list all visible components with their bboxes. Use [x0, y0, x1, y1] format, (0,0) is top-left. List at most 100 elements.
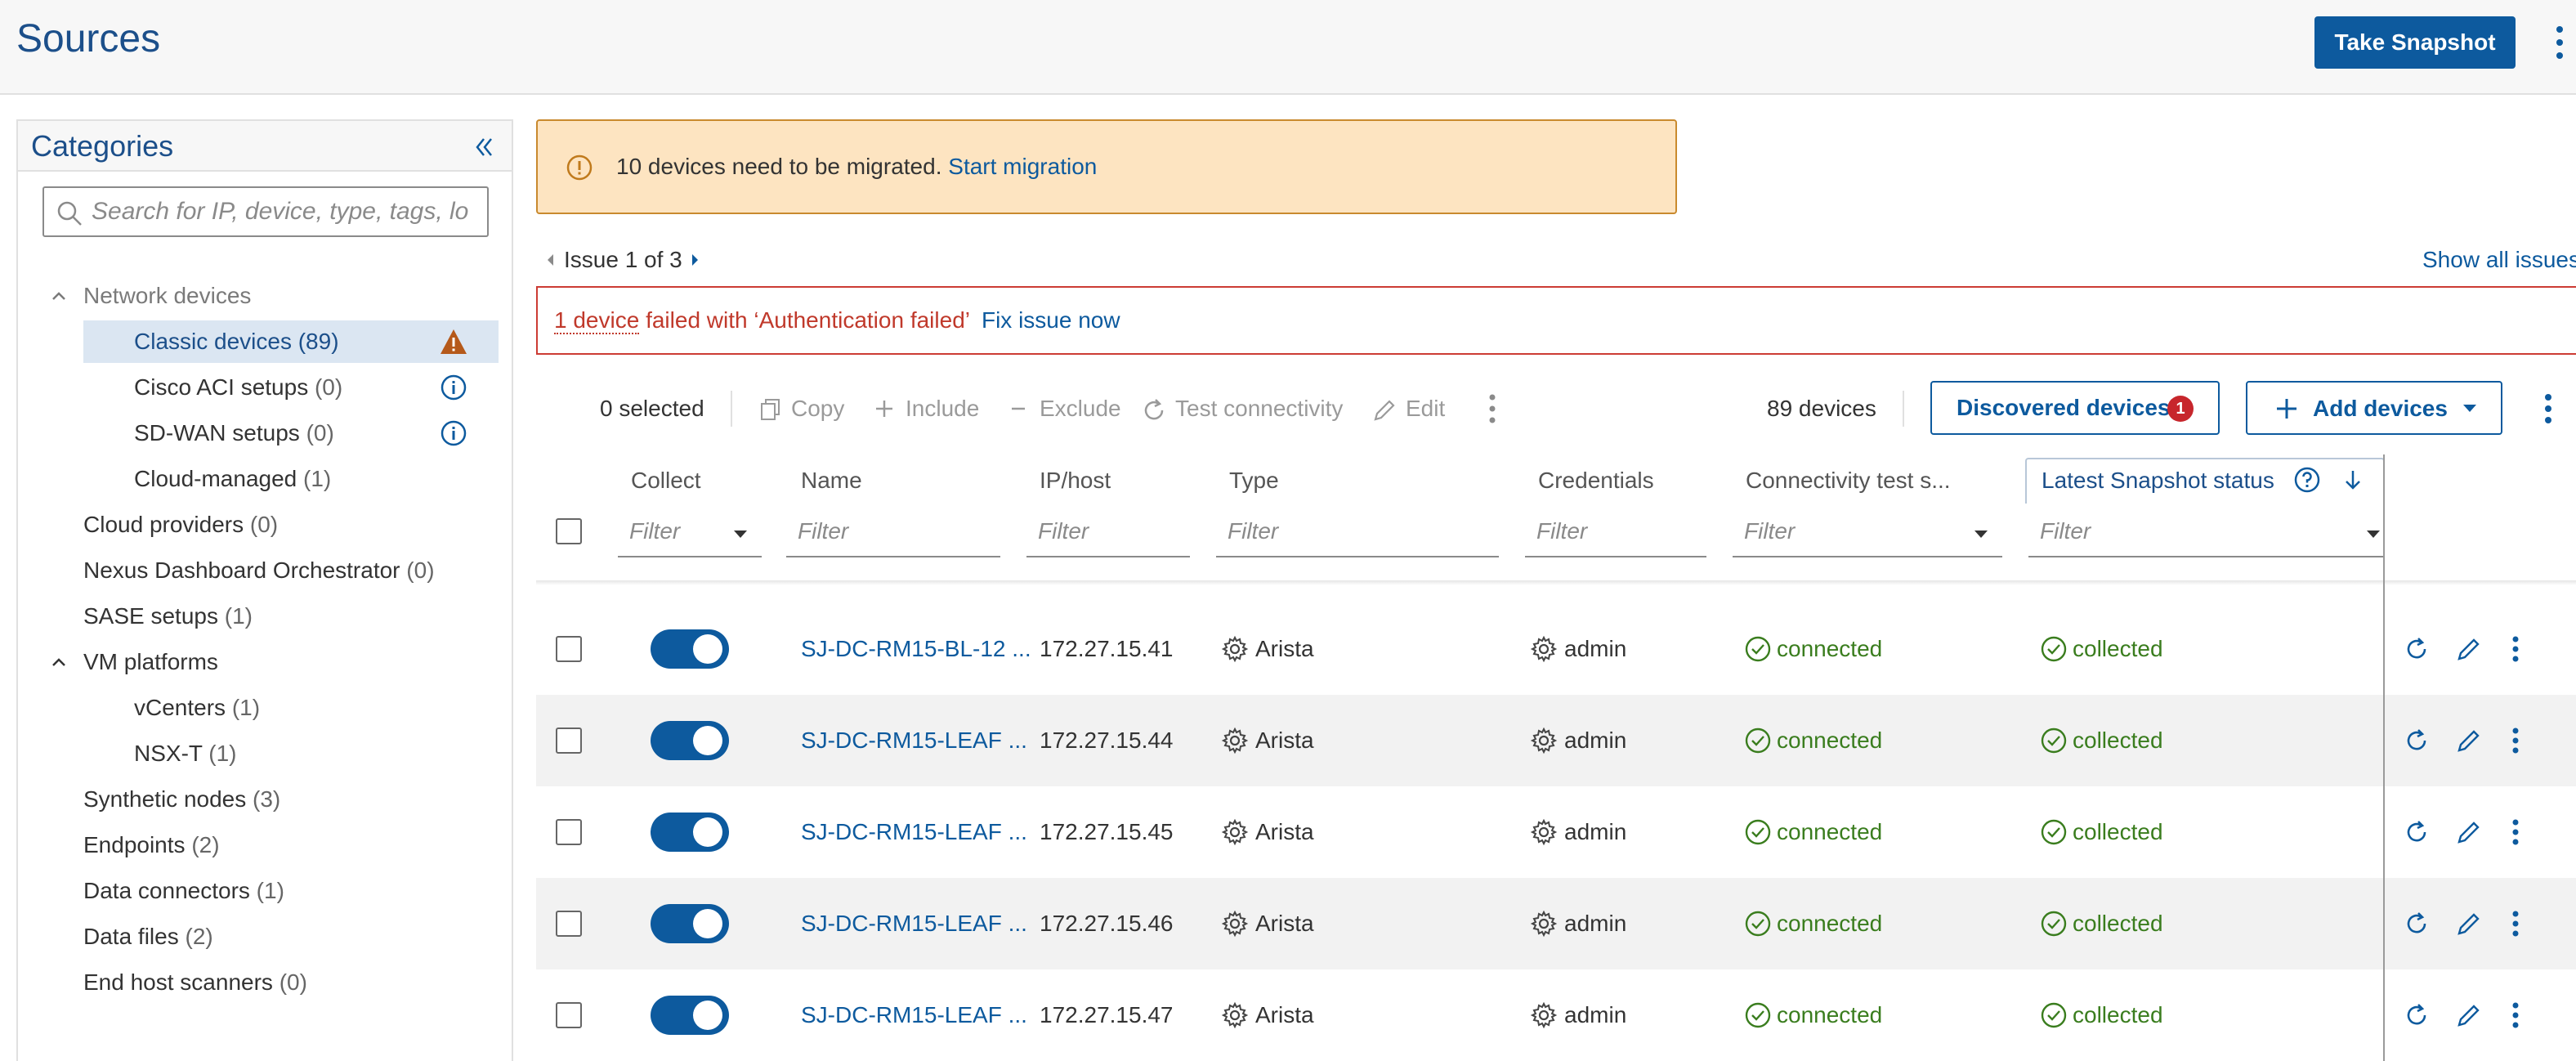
- more-options-icon[interactable]: [2553, 23, 2566, 62]
- row-more-icon[interactable]: [2509, 910, 2522, 938]
- sidebar-item-network-devices[interactable]: Network devices: [31, 275, 505, 317]
- collect-toggle[interactable]: [651, 721, 729, 760]
- column-header-connectivity[interactable]: Connectivity test s...: [1746, 466, 1951, 495]
- sidebar-item-cisco-aci[interactable]: Cisco ACI setups (0): [83, 366, 499, 409]
- collect-toggle[interactable]: [651, 996, 729, 1035]
- column-header-snapshot-status[interactable]: Latest Snapshot status: [2042, 466, 2274, 495]
- type-filter[interactable]: [1216, 510, 1499, 557]
- name-filter-input[interactable]: [798, 518, 991, 544]
- device-name-link[interactable]: SJ-DC-RM15-LEAF ...: [801, 816, 1027, 848]
- sidebar-item-sase-setups[interactable]: SASE setups (1): [31, 595, 505, 638]
- sidebar-item-nsx-t[interactable]: NSX-T (1): [83, 732, 499, 775]
- discovered-devices-button[interactable]: Discovered devices 1: [1930, 381, 2220, 435]
- sidebar-item-data-connectors[interactable]: Data connectors (1): [31, 870, 505, 912]
- sidebar-item-nexus-dashboard-orchestrator[interactable]: Nexus Dashboard Orchestrator (0): [31, 549, 505, 592]
- category-search-field[interactable]: [42, 186, 489, 237]
- table-row[interactable]: SJ-DC-RM15-LEAF ... 172.27.15.46 Arista adm…: [536, 878, 2576, 969]
- collapse-sidebar-icon[interactable]: [471, 134, 497, 160]
- refresh-icon[interactable]: [2403, 818, 2431, 846]
- failed-device-link[interactable]: 1 device: [554, 307, 640, 334]
- sidebar-item-vcenters[interactable]: vCenters (1): [83, 687, 499, 729]
- sidebar-item-cloud-managed[interactable]: Cloud-managed (1): [83, 458, 499, 500]
- name-filter[interactable]: [786, 510, 1000, 557]
- collect-toggle[interactable]: [651, 904, 729, 943]
- column-header-name[interactable]: Name: [801, 466, 862, 495]
- ip-filter-input[interactable]: [1038, 518, 1182, 544]
- table-options-icon[interactable]: [2542, 391, 2555, 427]
- device-name-link[interactable]: SJ-DC-RM15-BL-12 ...: [801, 633, 1031, 665]
- device-ip: 172.27.15.47: [1040, 1002, 1174, 1027]
- column-header-collect[interactable]: Collect: [631, 466, 701, 495]
- type-filter-input[interactable]: [1228, 518, 1489, 544]
- refresh-icon[interactable]: [2403, 910, 2431, 938]
- fix-issue-link[interactable]: Fix issue now: [982, 307, 1120, 333]
- table-row[interactable]: SJ-DC-RM15-LEAF ... 172.27.15.44 Arista adm…: [536, 695, 2576, 786]
- exclude-button[interactable]: Exclude: [1007, 391, 1121, 427]
- sidebar-item-end-host-scanners[interactable]: End host scanners (0): [31, 961, 505, 1004]
- row-more-icon[interactable]: [2509, 818, 2522, 846]
- show-all-issues-link[interactable]: Show all issues: [2422, 245, 2576, 275]
- row-checkbox[interactable]: [556, 819, 582, 845]
- row-checkbox[interactable]: [556, 636, 582, 662]
- collect-filter[interactable]: [618, 510, 762, 557]
- start-migration-link[interactable]: Start migration: [948, 154, 1097, 179]
- category-search-input[interactable]: [92, 195, 481, 229]
- row-more-icon[interactable]: [2509, 1001, 2522, 1029]
- copy-button[interactable]: Copy: [758, 391, 844, 427]
- edit-button[interactable]: Edit: [1371, 391, 1445, 427]
- connectivity-filter-input[interactable]: [1744, 518, 1957, 544]
- row-more-icon[interactable]: [2509, 635, 2522, 663]
- sidebar-item-synthetic-nodes[interactable]: Synthetic nodes (3): [31, 778, 505, 821]
- connectivity-filter[interactable]: [1733, 510, 2002, 557]
- table-row[interactable]: SJ-DC-RM15-LEAF ... 172.27.15.47 Arista adm…: [536, 969, 2576, 1061]
- sort-descending-icon[interactable]: [2341, 468, 2365, 492]
- device-name-link[interactable]: SJ-DC-RM15-LEAF ...: [801, 907, 1027, 940]
- help-icon[interactable]: [2293, 466, 2321, 494]
- test-connectivity-button[interactable]: Test connectivity: [1141, 391, 1343, 427]
- column-header-credentials[interactable]: Credentials: [1538, 466, 1654, 495]
- table-row[interactable]: SJ-DC-RM15-LEAF ... 172.27.15.45 Arista adm…: [536, 786, 2576, 878]
- refresh-icon[interactable]: [2403, 1001, 2431, 1029]
- credentials-filter-input[interactable]: [1536, 518, 1697, 544]
- snapshot-status-filter[interactable]: [2028, 510, 2385, 557]
- device-name-link[interactable]: SJ-DC-RM15-LEAF ...: [801, 724, 1027, 757]
- add-devices-button[interactable]: Add devices: [2246, 381, 2502, 435]
- ip-filter[interactable]: [1026, 510, 1190, 557]
- snapshot-status: collected: [2073, 727, 2163, 753]
- sidebar-item-endpoints[interactable]: Endpoints (2): [31, 824, 505, 866]
- collect-toggle[interactable]: [651, 629, 729, 669]
- snapshot-status-filter-input[interactable]: [2040, 518, 2342, 544]
- sidebar-item-cloud-providers[interactable]: Cloud providers (0): [31, 504, 505, 546]
- row-checkbox[interactable]: [556, 727, 582, 754]
- collect-toggle[interactable]: [651, 813, 729, 852]
- collect-filter-input[interactable]: [629, 518, 727, 544]
- column-header-ip[interactable]: IP/host: [1040, 466, 1111, 495]
- pencil-icon[interactable]: [2455, 910, 2483, 938]
- sidebar-item-vm-platforms[interactable]: VM platforms: [31, 641, 505, 683]
- device-name-link[interactable]: SJ-DC-RM15-LEAF ...: [801, 999, 1027, 1032]
- pencil-icon[interactable]: [2455, 1001, 2483, 1029]
- refresh-icon[interactable]: [2403, 727, 2431, 754]
- sidebar-item-classic-devices[interactable]: Classic devices (89): [83, 320, 499, 363]
- info-icon[interactable]: [440, 419, 467, 447]
- row-checkbox[interactable]: [556, 1002, 582, 1028]
- select-all-checkbox[interactable]: [556, 518, 582, 544]
- row-more-icon[interactable]: [2509, 727, 2522, 754]
- check-circle-icon: [2040, 818, 2068, 846]
- toolbar-more-icon[interactable]: [1486, 391, 1499, 427]
- credentials-filter[interactable]: [1525, 510, 1706, 557]
- sidebar-item-sd-wan[interactable]: SD-WAN setups (0): [83, 412, 499, 454]
- include-button[interactable]: Include: [873, 391, 979, 427]
- table-row[interactable]: SJ-DC-RM15-BL-12 ... 172.27.15.41 Arista ad…: [536, 603, 2576, 695]
- pencil-icon[interactable]: [2455, 818, 2483, 846]
- pencil-icon[interactable]: [2455, 727, 2483, 754]
- take-snapshot-button[interactable]: Take Snapshot: [2314, 16, 2516, 69]
- previous-issue-icon[interactable]: [544, 252, 556, 268]
- row-checkbox[interactable]: [556, 911, 582, 937]
- info-icon[interactable]: [440, 374, 467, 401]
- refresh-icon[interactable]: [2403, 635, 2431, 663]
- column-header-type[interactable]: Type: [1229, 466, 1279, 495]
- pencil-icon[interactable]: [2455, 635, 2483, 663]
- sidebar-item-data-files[interactable]: Data files (2): [31, 916, 505, 958]
- next-issue-icon[interactable]: [690, 252, 701, 268]
